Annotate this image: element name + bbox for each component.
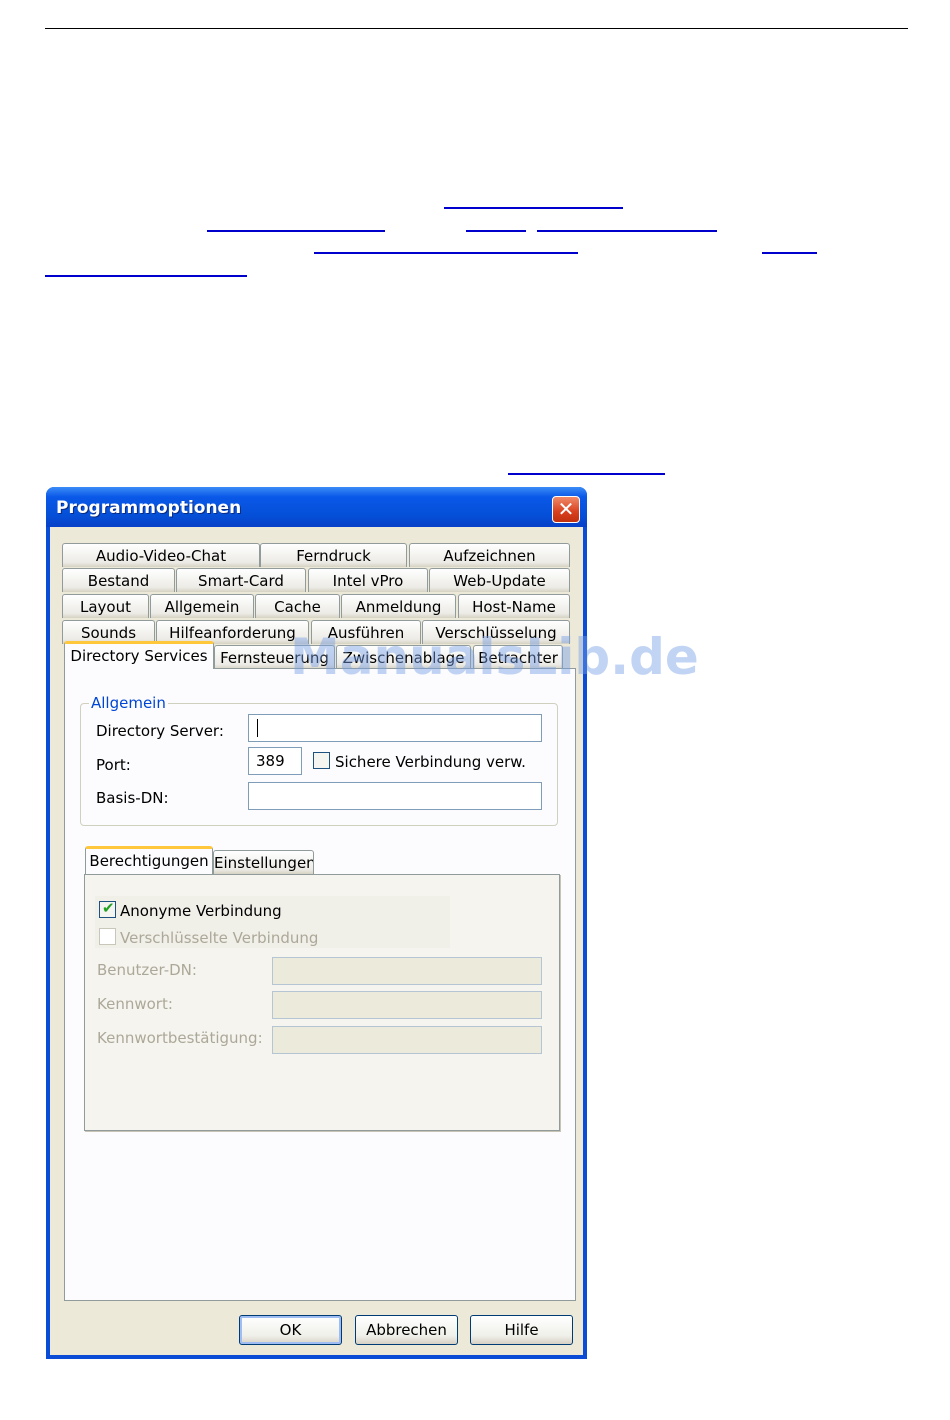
directory-server-input[interactable]: [248, 714, 542, 742]
tab-ferndruck[interactable]: Ferndruck: [260, 543, 407, 567]
tab-audio-video-chat[interactable]: Audio-Video-Chat: [62, 543, 260, 567]
password-label: Kennwort:: [97, 995, 173, 1013]
tab-cache[interactable]: Cache: [255, 594, 340, 618]
cancel-button[interactable]: Abbrechen: [355, 1315, 458, 1345]
tab-directory-services[interactable]: Directory Services: [64, 641, 214, 669]
password-input[interactable]: [272, 991, 542, 1019]
text-caret: [257, 719, 258, 737]
watermark: ManualsLib.de: [290, 628, 699, 686]
basis-dn-label: Basis-DN:: [96, 789, 169, 807]
tab-smart-card[interactable]: Smart-Card: [176, 568, 306, 592]
allgemein-group-label: Allgemein: [89, 694, 168, 712]
password-confirm-label: Kennwortbestätigung:: [97, 1029, 263, 1047]
document-link[interactable]: [508, 473, 665, 475]
anonymous-connection-label[interactable]: Anonyme Verbindung: [120, 902, 282, 920]
close-button[interactable]: ✕: [552, 496, 580, 523]
close-icon: ✕: [557, 497, 575, 521]
tab-anmeldung[interactable]: Anmeldung: [341, 594, 456, 618]
port-label: Port:: [96, 756, 131, 774]
title-bar[interactable]: Programmoptionen ✕: [46, 487, 587, 527]
encrypted-connection-checkbox[interactable]: [99, 928, 116, 945]
directory-services-panel: Allgemein Directory Server: Port: 389 Si…: [64, 668, 576, 1301]
tab-bestand[interactable]: Bestand: [62, 568, 175, 592]
document-link[interactable]: [207, 230, 385, 232]
checkmark-icon: ✔: [102, 899, 115, 917]
secure-connection-checkbox[interactable]: [313, 752, 330, 769]
help-button[interactable]: Hilfe: [470, 1315, 573, 1345]
dialog-title: Programmoptionen: [56, 498, 242, 518]
berechtigungen-panel: ✔ Anonyme Verbindung Verschlüsselte Verb…: [84, 874, 560, 1131]
tab-intel-vpro[interactable]: Intel vPro: [308, 568, 428, 592]
subtab-einstellungen[interactable]: Einstellungen: [213, 850, 314, 874]
encrypted-connection-label: Verschlüsselte Verbindung: [120, 929, 319, 947]
document-link[interactable]: [45, 275, 247, 277]
user-dn-input[interactable]: [272, 957, 542, 985]
tab-web-update[interactable]: Web-Update: [429, 568, 570, 592]
document-link[interactable]: [466, 230, 526, 232]
tab-allgemein[interactable]: Allgemein: [150, 594, 254, 618]
password-confirm-input[interactable]: [272, 1026, 542, 1054]
document-link[interactable]: [762, 252, 817, 254]
program-options-dialog: Programmoptionen ✕ Audio-Video-Chat Fern…: [46, 487, 587, 1359]
basis-dn-input[interactable]: [248, 782, 542, 810]
directory-server-label: Directory Server:: [96, 722, 224, 740]
document-link[interactable]: [444, 207, 623, 209]
tab-host-name[interactable]: Host-Name: [458, 594, 570, 618]
subtab-berechtigungen[interactable]: Berechtigungen: [85, 846, 213, 874]
page-header-rule: [45, 28, 908, 29]
anonymous-connection-checkbox[interactable]: ✔: [99, 899, 116, 918]
user-dn-label: Benutzer-DN:: [97, 961, 197, 979]
document-link[interactable]: [314, 252, 578, 254]
port-input[interactable]: 389: [248, 747, 302, 775]
tab-aufzeichnen[interactable]: Aufzeichnen: [409, 543, 570, 567]
secure-connection-label[interactable]: Sichere Verbindung verw.: [335, 753, 526, 771]
tab-layout[interactable]: Layout: [62, 594, 149, 618]
document-link[interactable]: [537, 230, 717, 232]
ok-button[interactable]: OK: [239, 1315, 342, 1345]
